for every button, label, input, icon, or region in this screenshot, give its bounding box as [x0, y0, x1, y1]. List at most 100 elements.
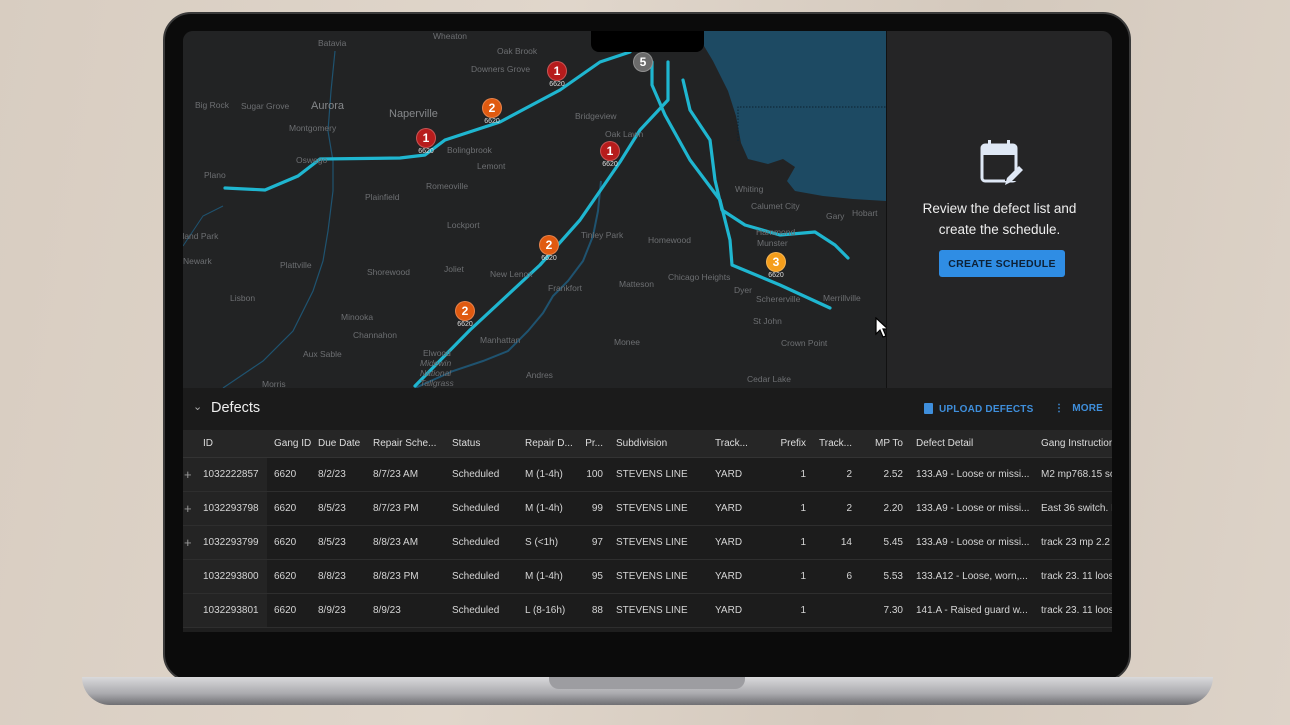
- map-place-label: Oak Lawn: [605, 129, 644, 139]
- table-cell: STEVENS LINE: [616, 503, 688, 514]
- map-cluster-marker[interactable]: 2: [482, 98, 502, 118]
- defects-header: ⌄ Defects UPLOAD DEFECTS ⋮ MORE: [183, 388, 1112, 430]
- map-place-label: Joliet: [444, 264, 464, 274]
- column-header[interactable]: Track...: [715, 430, 770, 458]
- table-cell: YARD: [715, 537, 743, 548]
- column-header[interactable]: Defect Detail: [916, 430, 1038, 458]
- column-header[interactable]: Prefix: [763, 430, 806, 458]
- expand-row-icon[interactable]: +: [184, 492, 192, 525]
- map-place-label: Matteson: [619, 279, 654, 289]
- map-place-label: Sugar Grove: [241, 101, 290, 111]
- map-place-label: Lemont: [477, 161, 506, 171]
- column-header[interactable]: Status: [452, 430, 520, 458]
- map-place-label: Munster: [757, 238, 788, 248]
- map-place-label: Channahon: [353, 330, 397, 340]
- table-cell: Scheduled: [452, 605, 500, 616]
- table-cell: YARD: [715, 605, 743, 616]
- map-place-label: Schererville: [756, 294, 801, 304]
- map-place-label: Tinley Park: [581, 230, 624, 240]
- map-place-label: Bolingbrook: [447, 145, 492, 155]
- table-cell: 1032293798: [203, 503, 259, 514]
- map-cluster-marker[interactable]: 5: [633, 52, 653, 72]
- table-cell: 8/5/23: [318, 503, 346, 514]
- table-cell: 2.52: [883, 469, 903, 480]
- table-cell: 7.30: [883, 605, 903, 616]
- table-cell: 5.45: [883, 537, 903, 548]
- table-row[interactable]: 1032293801 6620 8/9/23 8/9/23 Scheduled L (8-…: [183, 594, 1112, 628]
- table-cell: M2 mp768.15 so: [1041, 469, 1112, 480]
- map-place-label: Montgomery: [289, 123, 337, 133]
- map-place-label: Bridgeview: [575, 111, 617, 121]
- map-place-label: Romeoville: [426, 181, 469, 191]
- map-cluster-marker[interactable]: 2: [539, 235, 559, 255]
- table-cell: track 23. 11 loos: [1041, 605, 1112, 616]
- map-place-label: Shorewood: [367, 267, 411, 277]
- table-cell: 6620: [274, 605, 297, 616]
- table-cell: STEVENS LINE: [616, 571, 688, 582]
- table-row[interactable]: +1032293799 6620 8/5/23 8/8/23 AM Scheduled S…: [183, 526, 1112, 560]
- table-cell: 1: [800, 469, 806, 480]
- map-place-label: Wheaton: [433, 31, 468, 41]
- map-place-label: Aux Sable: [303, 349, 342, 359]
- table-row[interactable]: +1032222857 6620 8/2/23 8/7/23 AM Scheduled M…: [183, 458, 1112, 492]
- schedule-panel: Review the defect list and create the sc…: [886, 31, 1112, 388]
- column-header[interactable]: Due Date: [318, 430, 370, 458]
- table-cell: 1032293799: [203, 537, 259, 548]
- column-header[interactable]: Gang ID: [274, 430, 316, 458]
- map-place-label: Oak Brook: [497, 46, 538, 56]
- map-cluster-marker[interactable]: 2: [455, 301, 475, 321]
- upload-defects-button[interactable]: UPLOAD DEFECTS: [924, 403, 1033, 415]
- map-cluster-marker[interactable]: 3: [766, 252, 786, 272]
- table-cell: 88: [591, 605, 603, 616]
- map-cluster-marker[interactable]: 1: [547, 61, 567, 81]
- map-place-label: Crown Point: [781, 338, 828, 348]
- column-header[interactable]: Subdivision: [616, 430, 711, 458]
- column-header[interactable]: Track...: [816, 430, 852, 458]
- column-header[interactable]: Gang Instruction: [1041, 430, 1112, 458]
- table-cell: 1032222857: [203, 469, 259, 480]
- map[interactable]: Wheaton Batavia Oak Brook Downers Grove Big …: [183, 31, 890, 389]
- table-cell: 100: [586, 469, 603, 480]
- create-schedule-button[interactable]: CREATE SCHEDULE: [939, 250, 1065, 277]
- table-cell: track 23. 11 loos: [1041, 571, 1112, 582]
- column-header[interactable]: Pr...: [583, 430, 603, 458]
- map-place-label: Aurora: [311, 100, 345, 112]
- table-cell: 1: [800, 503, 806, 514]
- table-row[interactable]: +1032293798 6620 8/5/23 8/7/23 PM Scheduled M…: [183, 492, 1112, 526]
- column-header[interactable]: Repair D...: [525, 430, 583, 458]
- column-header[interactable]: MP To: [863, 430, 903, 458]
- map-cluster-marker[interactable]: 1: [416, 128, 436, 148]
- table-cell: Scheduled: [452, 537, 500, 548]
- table-cell: track 23 mp 2.2: [1041, 537, 1110, 548]
- map-place-label: New Lenox: [490, 269, 533, 279]
- table-row[interactable]: 1032293800 6620 8/8/23 8/8/23 PM Scheduled M …: [183, 560, 1112, 594]
- table-header: ID Gang ID Due Date Repair Sche... Status Rep…: [183, 430, 1112, 458]
- table-cell: 6620: [274, 571, 297, 582]
- table-cell: STEVENS LINE: [616, 469, 688, 480]
- table-cell: East 36 switch. I: [1041, 503, 1112, 514]
- table-cell: 5.53: [883, 571, 903, 582]
- table-cell: 133.A9 - Loose or missi...: [916, 537, 1030, 548]
- map-marker-gang-label: 6620: [541, 255, 557, 262]
- expand-row-icon[interactable]: +: [184, 526, 192, 559]
- column-header[interactable]: ID: [203, 430, 268, 458]
- column-header[interactable]: Repair Sche...: [373, 430, 445, 458]
- more-button[interactable]: ⋮ MORE: [1054, 403, 1103, 414]
- route-line[interactable]: [223, 50, 632, 192]
- map-place-label: Whiting: [735, 184, 764, 194]
- map-place-label: Midewin National Tallgrass: [420, 358, 454, 388]
- collapse-chevron-icon[interactable]: ⌄: [193, 400, 202, 413]
- upload-defects-label: UPLOAD DEFECTS: [939, 404, 1034, 415]
- map-place-label: Frankfort: [548, 283, 583, 293]
- map-cluster-marker[interactable]: 1: [600, 141, 620, 161]
- expand-row-icon[interactable]: +: [184, 458, 192, 491]
- table-cell: 8/8/23 PM: [373, 571, 419, 582]
- map-place-label: Minooka: [341, 312, 374, 322]
- map-place-label: Chicago Heights: [668, 272, 731, 282]
- map-marker-gang-label: 6620: [602, 161, 618, 168]
- table-cell: 1: [800, 537, 806, 548]
- table-cell: 2.20: [883, 503, 903, 514]
- map-place-label: Elwood: [423, 348, 451, 358]
- table-cell: 133.A12 - Loose, worn,...: [916, 571, 1028, 582]
- app-screen: Wheaton Batavia Oak Brook Downers Grove Big …: [183, 31, 1112, 632]
